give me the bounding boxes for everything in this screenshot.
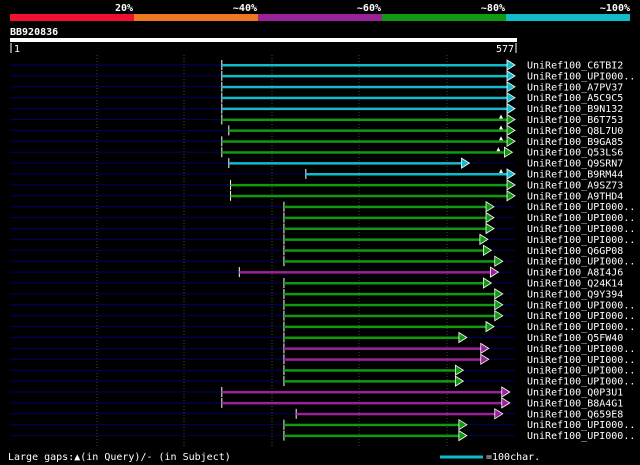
hit-bar: [239, 271, 491, 274]
hit-label[interactable]: UniRef100_A8I4J6: [527, 268, 623, 279]
hit-bar: [221, 391, 502, 394]
hit-bar: [283, 380, 456, 383]
hit-bar: [221, 151, 505, 154]
hit-label[interactable]: UniRef100_B8A4G1: [527, 398, 623, 409]
hit-bar: [228, 129, 508, 132]
hit-bar: [283, 238, 480, 241]
legend-color-segment-2: [134, 14, 258, 21]
hit-bar: [283, 303, 495, 307]
legend-color-segment-4: [382, 14, 506, 21]
hit-label[interactable]: UniRef100_Q0P3U1: [527, 388, 623, 399]
hit-bar: [283, 434, 459, 438]
hit-label[interactable]: UniRef100_Q6GP08: [527, 246, 623, 257]
hit-label[interactable]: UniRef100_UPI000..: [527, 322, 635, 333]
hit-label[interactable]: UniRef100_B9N132: [527, 104, 623, 115]
hit-label[interactable]: UniRef100_A9THD4: [527, 191, 623, 202]
hit-label[interactable]: UniRef100_Q53LS6: [527, 148, 623, 159]
hit-label[interactable]: UniRef100_UPI000..: [527, 213, 635, 224]
hit-bar: [283, 314, 495, 318]
hit-label[interactable]: UniRef100_UPI000..: [527, 344, 635, 355]
hit-label[interactable]: UniRef100_Q24K14: [527, 279, 623, 290]
hit-bar: [221, 74, 507, 78]
hit-bar: [283, 249, 484, 252]
hit-label[interactable]: UniRef100_UPI000..: [527, 300, 635, 311]
hit-bar: [283, 227, 486, 230]
hit-bar: [221, 118, 507, 121]
hit-label[interactable]: UniRef100_UPI000..: [527, 224, 635, 235]
hit-label[interactable]: UniRef100_UPI000..: [527, 257, 635, 268]
legend-color-segment-3: [258, 14, 382, 21]
hit-label[interactable]: UniRef100_UPI000..: [527, 71, 635, 82]
hit-bar: [283, 347, 481, 350]
hit-bar: [283, 216, 486, 220]
hit-label[interactable]: UniRef100_B9GA85: [527, 137, 623, 148]
hit-label[interactable]: UniRef100_Q5FW40: [527, 333, 623, 344]
legend-color-segment-1: [10, 14, 134, 21]
hit-bar: [296, 412, 495, 416]
hit-label[interactable]: UniRef100_Q659E8: [527, 409, 623, 420]
scale-label: =100char.: [486, 452, 540, 463]
hit-bar: [221, 64, 507, 67]
legend-color-segment-5: [506, 14, 630, 21]
hit-bar: [305, 173, 507, 176]
alignment-viewer: 20% ~40% ~60% ~80% ~100% BB920836 1 577 …: [0, 0, 640, 465]
hit-label[interactable]: UniRef100_UPI000..: [527, 377, 635, 388]
query-end-label: 577: [496, 44, 514, 55]
hit-bar: [230, 183, 507, 187]
hit-label[interactable]: UniRef100_A5C9C5: [527, 93, 623, 104]
hit-bar: [230, 194, 507, 198]
hit-bar: [283, 358, 481, 361]
query-name: BB920836: [10, 27, 58, 38]
hit-bar: [283, 325, 486, 329]
hit-bar: [283, 369, 456, 372]
legend-label-40: ~40%: [233, 3, 257, 14]
hit-label[interactable]: UniRef100_UPI000..: [527, 202, 635, 213]
hit-bar: [221, 85, 507, 89]
hit-bar: [283, 292, 495, 296]
hit-label[interactable]: UniRef100_A9SZ73: [527, 180, 623, 191]
hit-bar: [283, 282, 484, 285]
query-bar: [10, 38, 517, 42]
hit-bar: [283, 336, 459, 339]
hit-bar: [283, 423, 459, 427]
hit-bar: [221, 140, 507, 143]
large-gaps-legend: Large gaps:▲(in Query)/- (in Subject): [8, 452, 231, 463]
hit-bar: [221, 107, 507, 111]
hit-label[interactable]: UniRef100_Q9SRN7: [527, 159, 623, 170]
hit-label[interactable]: UniRef100_B6T753: [527, 115, 623, 126]
hit-bar: [283, 205, 486, 209]
query-start-label: 1: [14, 44, 20, 55]
hit-label[interactable]: UniRef100_UPI000..: [527, 311, 635, 322]
hit-bar: [221, 401, 502, 405]
hit-label[interactable]: UniRef100_UPI000..: [527, 235, 635, 246]
hit-label[interactable]: UniRef100_C6TBI2: [527, 61, 623, 72]
hit-bar: [221, 96, 507, 100]
hit-label[interactable]: UniRef100_UPI000..: [527, 431, 635, 442]
hit-label[interactable]: UniRef100_B9RM44: [527, 170, 623, 181]
legend-label-100: ~100%: [600, 3, 630, 14]
hit-bar: [228, 162, 462, 165]
hit-label[interactable]: UniRef100_A7PV37: [527, 82, 623, 93]
hit-label[interactable]: UniRef100_UPI000..: [527, 355, 635, 366]
hit-label[interactable]: UniRef100_UPI000..: [527, 420, 635, 431]
hit-label[interactable]: UniRef100_UPI000..: [527, 366, 635, 377]
hit-bar: [283, 260, 495, 263]
hit-label[interactable]: UniRef100_Q8L7U0: [527, 126, 623, 137]
legend-label-60: ~60%: [357, 3, 381, 14]
legend-label-20: 20%: [115, 3, 133, 14]
legend-label-80: ~80%: [481, 3, 505, 14]
hit-label[interactable]: UniRef100_Q9Y394: [527, 289, 623, 300]
